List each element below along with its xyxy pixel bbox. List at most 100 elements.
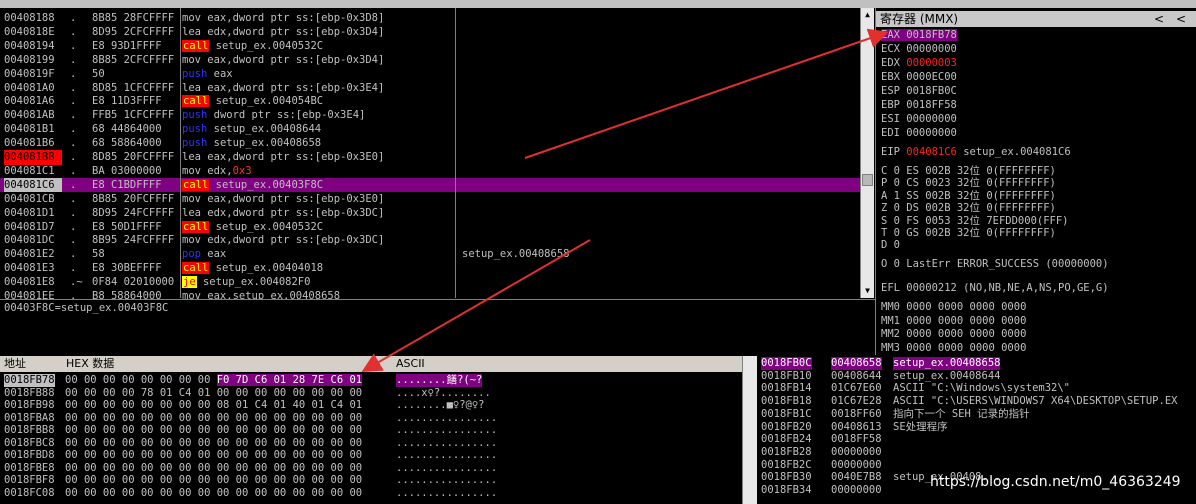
flag-row[interactable]: S 0 FS 0053 32位 7EFDD000(FFF): [881, 215, 1069, 228]
disasm-bytes: E8 11D3FFFF: [92, 95, 162, 108]
disasm-address: 004081A6: [4, 95, 55, 108]
disassembly-pane[interactable]: 00408188. 8B85 28FCFFFF mov eax,dword ptr …: [0, 8, 875, 302]
disasm-marker: .: [70, 151, 77, 163]
stack-value: 0018FF60: [831, 407, 882, 420]
mmx-row[interactable]: MM0 0000 0000 0000 0000: [881, 301, 1026, 314]
stack-comment: setup_ex.00408644: [893, 369, 1001, 382]
scroll-thumb[interactable]: [862, 174, 873, 186]
reg-eip[interactable]: EIP 004081C6 setup_ex.004081C6: [881, 146, 1071, 159]
disasm-row[interactable]: 004081A6. E8 11D3FFFF call setup_ex.004054…: [0, 94, 860, 109]
disasm-bytes: E8 C1BDFFFF: [92, 178, 162, 191]
mmx-row[interactable]: MM3 0000 0000 0000 0000: [881, 342, 1026, 355]
reg-edx[interactable]: EDX 00000003: [881, 57, 957, 70]
disasm-row[interactable]: 004081E8 .~ 0F84 02010000 je setup_ex.00408…: [0, 275, 860, 290]
operands: eax,dword ptr ss:[ebp-0x3D4]: [200, 53, 385, 66]
flag-row[interactable]: T 0 GS 002B 32位 0(FFFFFFFF): [881, 227, 1056, 240]
stack-address: 0018FB10: [761, 369, 812, 382]
disasm-row[interactable]: 00408199. 8B85 2CFCFFFF mov eax,dword ptr …: [0, 53, 860, 68]
disasm-row[interactable]: 00408188. 8B85 28FCFFFF mov eax,dword ptr …: [0, 11, 860, 26]
disasm-instruction: mov edx,dword ptr ss:[ebp-0x3DC]: [182, 233, 452, 248]
disasm-scrollbar[interactable]: ▲ ▼: [860, 8, 874, 298]
reg-ecx[interactable]: ECX 00000000: [881, 43, 957, 56]
disasm-row[interactable]: 004081D7. E8 50D1FFFF call setup_ex.004053…: [0, 220, 860, 235]
disasm-instruction: mov eax,dword ptr ss:[ebp-0x3E0]: [182, 192, 452, 207]
hex-dump-pane[interactable]: 地址 HEX 数据 ASCII 0018FB78 00 00 00 00 00 0…: [0, 356, 742, 504]
disasm-row[interactable]: 004081B6. 68 58864000 push setup_ex.004086…: [0, 136, 860, 151]
disasm-row[interactable]: 004081C1. BA 03000000 mov edx,0x3: [0, 164, 860, 179]
stack-value: 00408658: [831, 357, 882, 370]
operands: setup_ex.00408658: [207, 137, 322, 150]
flag-row[interactable]: P 0 CS 0023 32位 0(FFFFFFFF): [881, 177, 1056, 190]
disasm-row[interactable]: 004081CB. 8B85 20FCFFFF mov eax,dword ptr …: [0, 192, 860, 207]
dump-ascii: ................: [396, 474, 498, 486]
disasm-row[interactable]: 004081A0. 8D85 1CFCFFFF lea eax,dword ptr …: [0, 81, 860, 96]
reg-eax[interactable]: EAX 0018FB78: [881, 29, 957, 42]
stack-comment: ASCII "C:\USERS\WINDOWS7 X64\DESKTOP\SET…: [893, 395, 1178, 408]
opcode: lea: [182, 81, 201, 94]
flag-row[interactable]: O 0 LastErr ERROR_SUCCESS (00000000): [881, 258, 1109, 271]
dump-address: 0018FBB8: [4, 424, 55, 436]
scroll-up-icon[interactable]: ▲: [861, 10, 874, 20]
disasm-address: 0040818E: [4, 25, 55, 38]
disasm-row[interactable]: 004081E2. 58 pop eax setup_ex.00408658: [0, 247, 860, 262]
disasm-address: 00408199: [4, 53, 55, 66]
flag-row[interactable]: D 0: [881, 239, 900, 252]
disasm-instruction: je setup_ex.004082F0: [182, 275, 452, 290]
reg-esp[interactable]: ESP 0018FB0C: [881, 85, 957, 98]
mmx-row[interactable]: MM1 0000 0000 0000 0000: [881, 315, 1026, 328]
disasm-row[interactable]: 0040819F. 50 push eax: [0, 67, 860, 82]
disasm-instruction: call setup_ex.0040532C: [182, 39, 452, 54]
stack-value: 0018FF58: [831, 433, 882, 446]
nav-right-icon[interactable]: <: [1176, 11, 1186, 27]
disasm-row[interactable]: 004081AB. FFB5 1CFCFFFF push dword ptr ss:…: [0, 108, 860, 123]
disasm-instruction: pop eax: [182, 247, 452, 262]
disasm-address: 004081D1: [4, 206, 55, 219]
disasm-row[interactable]: 00408194. E8 93D1FFFF call setup_ex.004053…: [0, 39, 860, 54]
disasm-divider: [180, 8, 181, 298]
reg-edi[interactable]: EDI 00000000: [881, 127, 957, 140]
operands: eax: [200, 248, 227, 261]
toolbar-strip: [0, 0, 1196, 8]
disasm-marker: .: [70, 39, 77, 52]
opcode: call: [182, 262, 210, 275]
disasm-row[interactable]: 004081E3. E8 30BEFFFF call setup_ex.004040…: [0, 261, 860, 276]
disasm-row[interactable]: 004081BB. 8D85 20FCFFFF lea eax,dword ptr …: [0, 150, 860, 165]
opcode: push: [182, 109, 208, 122]
reg-ebx[interactable]: EBX 0000EC00: [881, 71, 957, 84]
stack-scrollbar[interactable]: [743, 356, 757, 504]
nav-left-icon[interactable]: <: [1154, 11, 1164, 27]
registers-title: 寄存器 (MMX): [880, 12, 959, 26]
disasm-row[interactable]: 004081B1. 68 44864000 push setup_ex.004086…: [0, 122, 860, 137]
disasm-instruction: lea eax,dword ptr ss:[ebp-0x3E4]: [182, 81, 452, 96]
disasm-row[interactable]: 004081D1. 8D95 24FCFFFF lea edx,dword ptr …: [0, 206, 860, 221]
dump-ascii: ................: [396, 411, 498, 424]
reg-efl[interactable]: EFL 00000212 (NO,NB,NE,A,NS,PO,GE,G): [881, 282, 1109, 295]
reg-esi[interactable]: ESI 00000000: [881, 113, 957, 126]
disasm-address: 004081E2: [4, 248, 55, 261]
opcode: mov: [182, 234, 201, 247]
operands: edx,dword ptr ss:[ebp-0x3D4]: [200, 25, 385, 38]
col-address[interactable]: 地址: [4, 356, 26, 372]
opcode: pop: [182, 248, 201, 261]
disasm-marker: .: [70, 25, 77, 38]
disasm-row[interactable]: 004081DC. 8B95 24FCFFFF mov edx,dword ptr …: [0, 233, 860, 248]
disasm-row[interactable]: 0040818E. 8D95 2CFCFFFF lea edx,dword ptr …: [0, 25, 860, 40]
reg-ebp[interactable]: EBP 0018FF58: [881, 99, 957, 112]
disasm-divider: [455, 8, 456, 298]
mmx-row[interactable]: MM2 0000 0000 0000 0000: [881, 328, 1026, 341]
registers-header[interactable]: 寄存器 (MMX) < <: [876, 11, 1196, 27]
dump-ascii: ................: [396, 424, 498, 436]
scroll-down-icon[interactable]: ▼: [861, 286, 874, 296]
disasm-bytes: FFB5 1CFCFFFF: [92, 109, 175, 122]
col-ascii[interactable]: ASCII: [396, 356, 425, 372]
operands: setup_ex.00403F8C: [209, 178, 324, 191]
disasm-address: 004081A0: [4, 81, 55, 94]
stack-address: 0018FB14: [761, 382, 812, 395]
disasm-marker: .: [70, 262, 77, 275]
disasm-marker: .: [70, 164, 77, 177]
flag-row[interactable]: A 1 SS 002B 32位 0(FFFFFFFF): [881, 190, 1056, 203]
col-hex[interactable]: HEX 数据: [66, 356, 114, 372]
disasm-row[interactable]: 004081C6. E8 C1BDFFFF call setup_ex.00403F…: [0, 177, 860, 193]
flag-row[interactable]: Z 0 DS 002B 32位 0(FFFFFFFF): [881, 202, 1056, 215]
registers-pane[interactable]: 寄存器 (MMX) < < EAX 0018FB78 ECX 00000000 …: [875, 8, 1196, 355]
